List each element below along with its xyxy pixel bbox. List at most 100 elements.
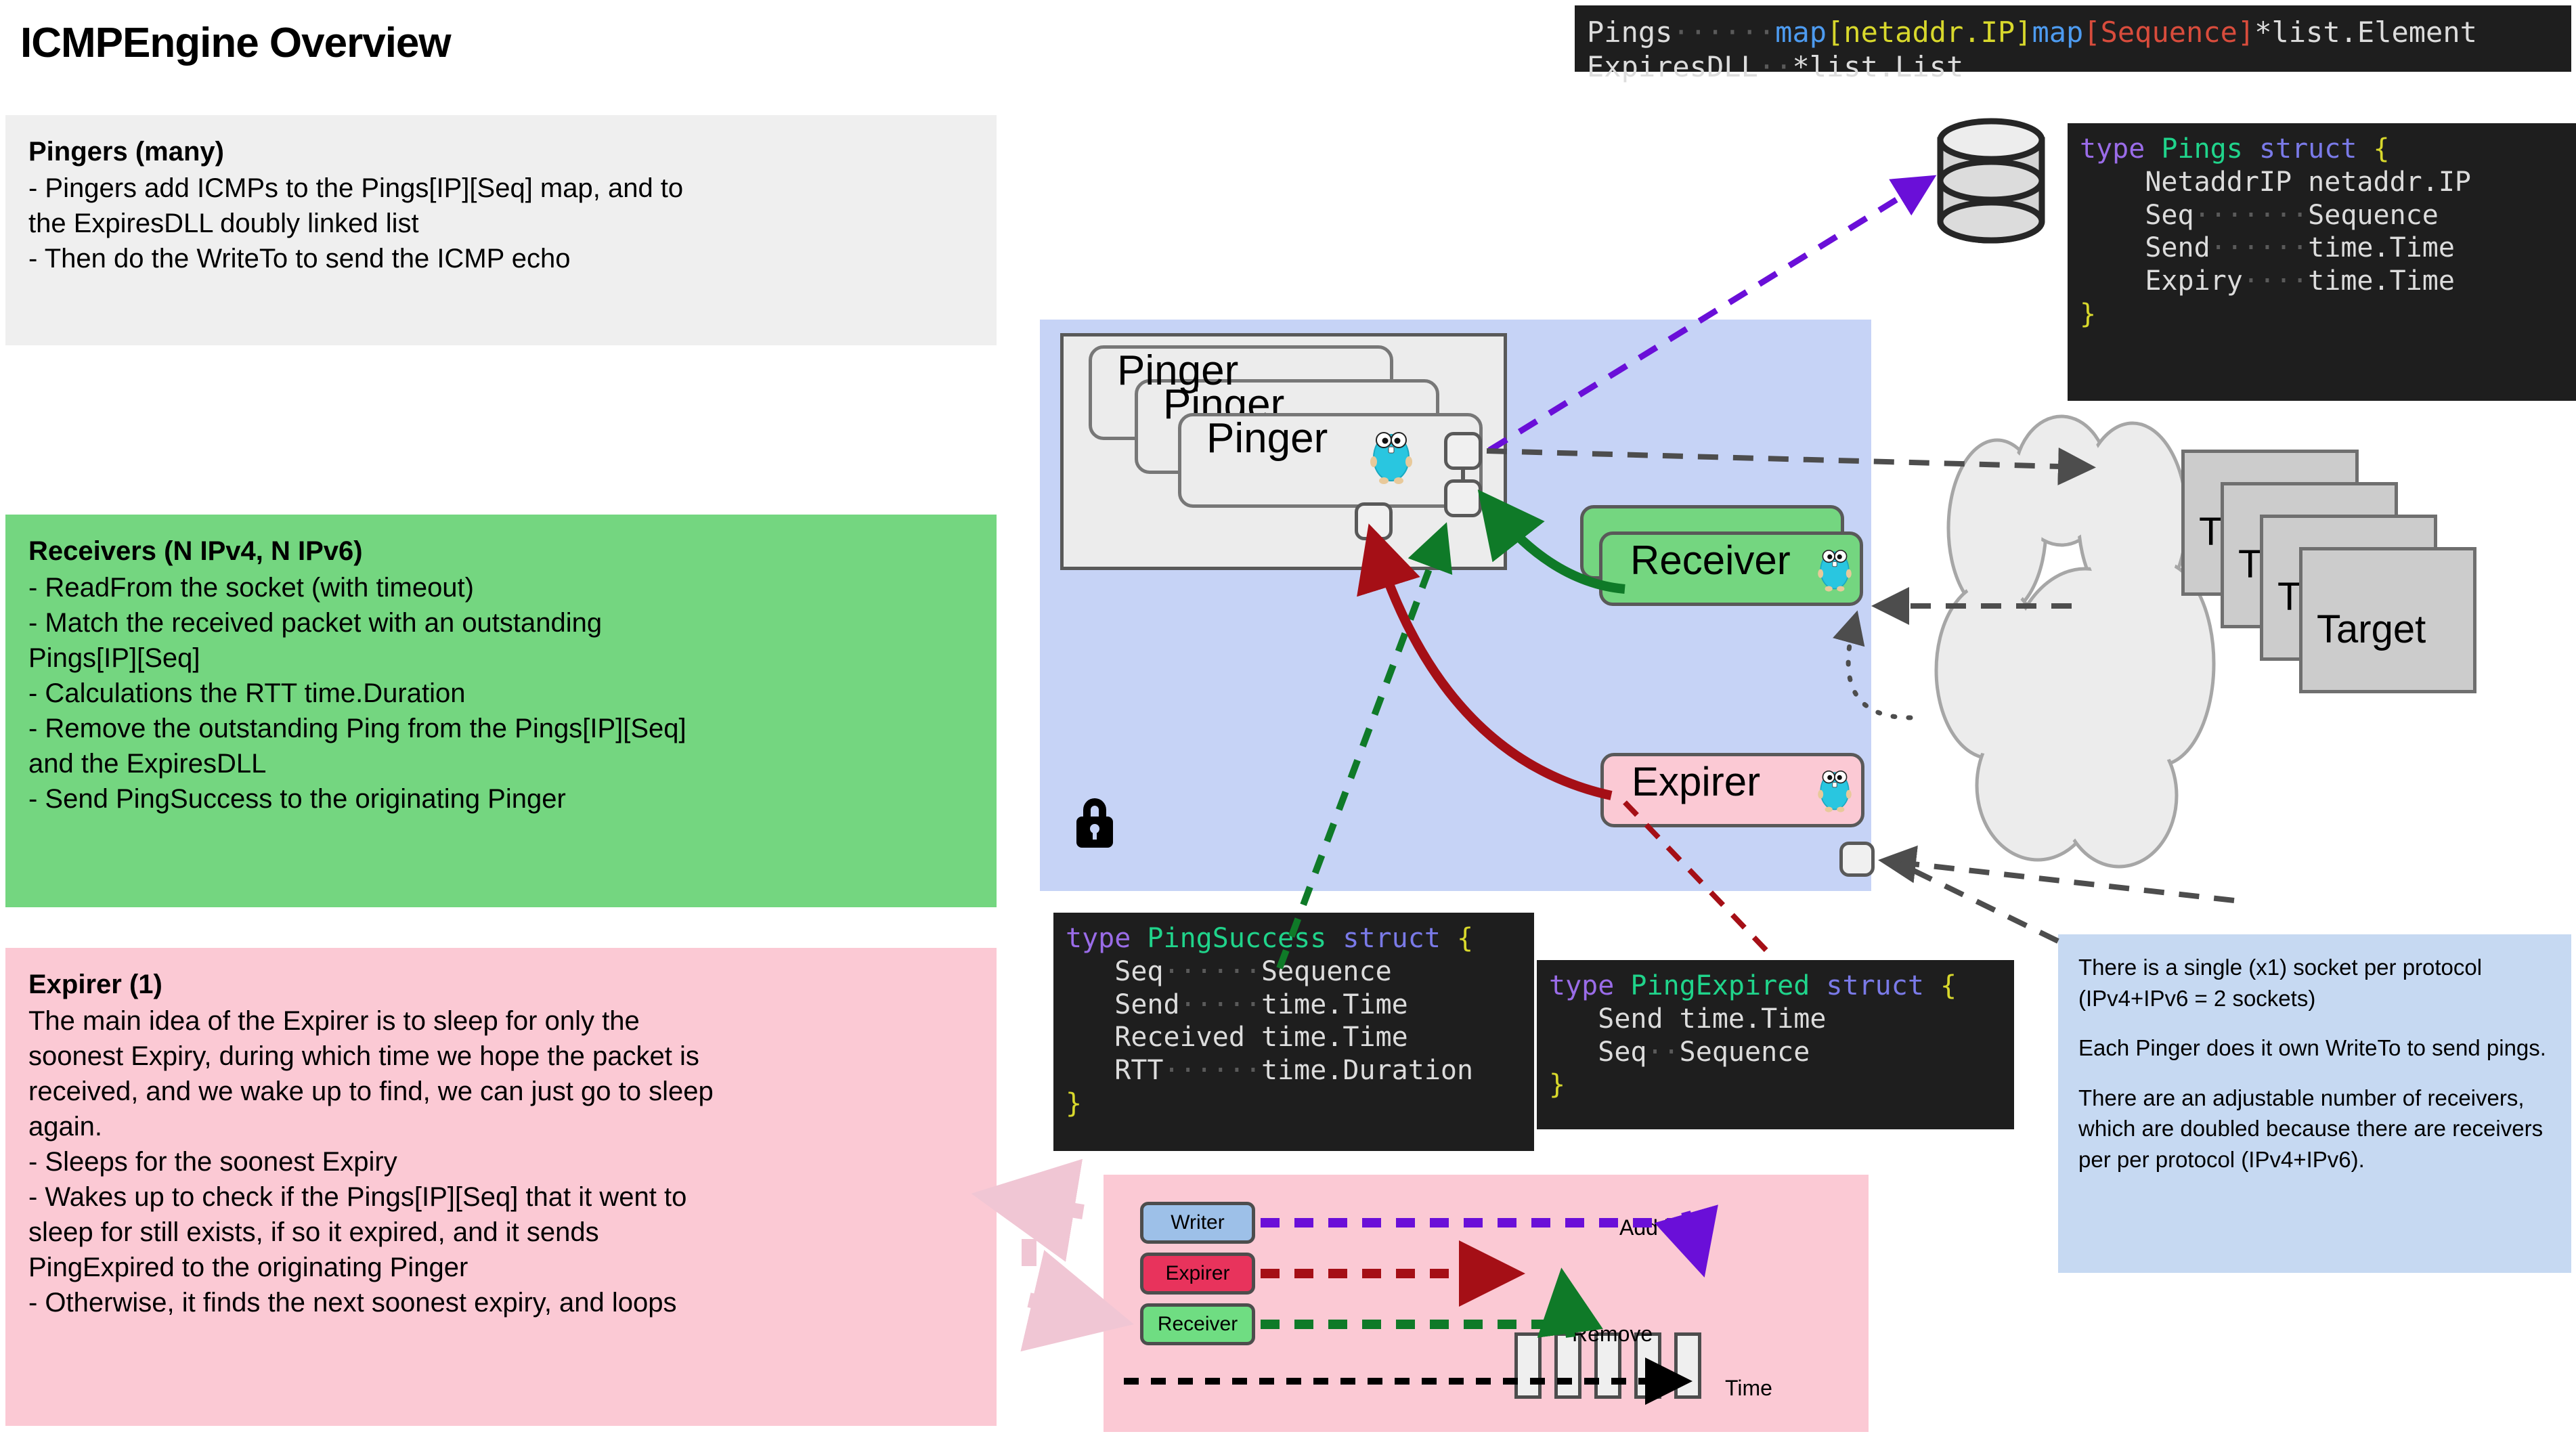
code-field-name: Seq bbox=[1598, 1036, 1647, 1068]
timeline-writer-box[interactable]: Writer bbox=[1140, 1202, 1255, 1244]
code-field-name: Seq bbox=[1114, 955, 1164, 987]
database-icon bbox=[1937, 118, 2045, 244]
code-field-name: Received bbox=[1114, 1022, 1245, 1053]
gopher-icon-pinger bbox=[1370, 432, 1412, 484]
code-field-type: time.Time bbox=[1261, 988, 1408, 1020]
code-close-brace: } bbox=[2080, 298, 2097, 330]
code-field-name: RTT bbox=[1114, 1055, 1164, 1087]
timeline-slot bbox=[1674, 1332, 1701, 1399]
panel-expirer-line-6: sleep for still exists, if so it expired… bbox=[28, 1217, 599, 1247]
timeline-expirer-box[interactable]: Expirer bbox=[1140, 1253, 1255, 1295]
note-paragraph-1: Each Pinger does it own WriteTo to send … bbox=[2078, 1035, 2546, 1061]
panel-expirer-line-0: The main idea of the Expirer is to sleep… bbox=[28, 1006, 640, 1036]
code-token: [Sequence] bbox=[2083, 16, 2255, 49]
code-struct-name: PingExpired bbox=[1630, 970, 1810, 1001]
code-gap bbox=[1245, 1022, 1261, 1053]
arrow-expirer-link-up bbox=[971, 1158, 1085, 1262]
socket-expirer-inbox[interactable] bbox=[1839, 842, 1875, 877]
code-field-type: netaddr.IP bbox=[2308, 166, 2471, 198]
panel-expirer: Expirer (1) The main idea of the Expirer… bbox=[5, 948, 997, 1426]
code-dots: ·· bbox=[1758, 50, 1793, 84]
code-pings-struct: type Pings struct { NetaddrIP netaddr.IP… bbox=[2068, 123, 2576, 401]
arrow-expirer-link-down bbox=[1020, 1250, 1134, 1352]
socket-ipv4[interactable] bbox=[1444, 432, 1482, 470]
panel-receivers-line-5: and the ExpiresDLL bbox=[28, 749, 267, 779]
panel-expirer-line-7: PingExpired to the originating Pinger bbox=[28, 1253, 468, 1282]
code-kw-type: type bbox=[1066, 923, 1131, 954]
code-close-brace: } bbox=[1549, 1069, 1566, 1101]
code-token: ExpiresDLL bbox=[1587, 50, 1758, 84]
panel-receivers-line-1: - Match the received packet with an outs… bbox=[28, 608, 603, 638]
code-kw-struct: struct bbox=[2258, 133, 2357, 165]
code-kw-type: type bbox=[1549, 970, 1615, 1001]
code-token: *list.Element bbox=[2254, 16, 2477, 49]
panel-expirer-line-8: - Otherwise, it finds the next soonest e… bbox=[28, 1288, 677, 1318]
code-close-brace: } bbox=[1066, 1087, 1083, 1119]
code-open-brace: { bbox=[2373, 133, 2390, 165]
code-field-type: Sequence bbox=[1261, 955, 1392, 987]
code-field-name: NetaddrIP bbox=[2145, 166, 2292, 198]
code-field-type: Sequence bbox=[2308, 199, 2439, 231]
panel-receivers-heading: Receivers (N IPv4, N IPv6) bbox=[28, 536, 363, 566]
code-field-type: time.Time bbox=[1679, 1003, 1827, 1035]
code-struct-name: Pings bbox=[2161, 133, 2243, 165]
pinger-label-3: Pinger bbox=[1206, 415, 1328, 462]
timeline-remove-label: Remove bbox=[1572, 1322, 1653, 1346]
code-field-type: time.Time bbox=[2308, 265, 2455, 297]
code-gap: ···· bbox=[2242, 265, 2309, 297]
code-token: map bbox=[1775, 16, 1827, 49]
code-gap bbox=[1663, 1003, 1680, 1035]
timeline-time-label: Time bbox=[1725, 1376, 1772, 1400]
panel-expirer-line-1: soonest Expiry, during which time we hop… bbox=[28, 1041, 699, 1071]
target-label-2: T bbox=[2238, 542, 2263, 586]
panel-receivers-line-3: - Calculations the RTT time.Duration bbox=[28, 678, 466, 708]
socket-explanation-note: There is a single (x1) socket per protoc… bbox=[2058, 934, 2571, 1273]
code-gap: ······ bbox=[2210, 232, 2309, 264]
panel-pingers-line-2: - Then do the WriteTo to send the ICMP e… bbox=[28, 244, 571, 274]
target-label-3: T bbox=[2277, 575, 2302, 619]
code-gap bbox=[2292, 167, 2308, 198]
code-field-type: Sequence bbox=[1679, 1036, 1810, 1068]
panel-expirer-line-2: received, and we wake up to find, we can… bbox=[28, 1077, 714, 1106]
panel-receivers-line-4: - Remove the outstanding Ping from the P… bbox=[28, 714, 686, 743]
panel-receivers: Receivers (N IPv4, N IPv6) - ReadFrom th… bbox=[5, 515, 997, 907]
panel-receivers-line-2: Pings[IP][Seq] bbox=[28, 643, 200, 673]
code-field-type: time.Duration bbox=[1261, 1055, 1474, 1087]
panel-receivers-line-0: - ReadFrom the socket (with timeout) bbox=[28, 573, 474, 603]
code-open-brace: { bbox=[1457, 923, 1474, 954]
code-dots: ······ bbox=[1672, 16, 1776, 49]
code-token: map bbox=[2032, 16, 2084, 49]
expirer-label: Expirer bbox=[1632, 759, 1761, 804]
code-pingexpired-struct: type PingExpired struct { Send time.Time… bbox=[1537, 960, 2014, 1129]
code-kw-struct: struct bbox=[1342, 923, 1441, 954]
timeline-receiver-box[interactable]: Receiver bbox=[1140, 1303, 1255, 1345]
code-kw-struct: struct bbox=[1826, 970, 1924, 1001]
code-field-type: time.Time bbox=[2308, 232, 2455, 264]
panel-pingers-heading: Pingers (many) bbox=[28, 137, 224, 167]
code-field-name: Send bbox=[1114, 988, 1180, 1020]
code-gap: ······· bbox=[2193, 199, 2309, 231]
code-kw-type: type bbox=[2080, 133, 2145, 165]
panel-receivers-line-6: - Send PingSuccess to the originating Pi… bbox=[28, 784, 566, 814]
panel-expirer-heading: Expirer (1) bbox=[28, 970, 162, 999]
panel-expirer-line-5: - Wakes up to check if the Pings[IP][Seq… bbox=[28, 1182, 687, 1212]
panel-expirer-line-3: again. bbox=[28, 1112, 102, 1142]
code-field-name: Send bbox=[1598, 1003, 1663, 1035]
socket-pinger-inbox[interactable] bbox=[1355, 502, 1393, 540]
code-field-name: Send bbox=[2145, 232, 2210, 264]
code-open-brace: { bbox=[1940, 970, 1957, 1001]
code-gap: ····· bbox=[1179, 988, 1261, 1020]
code-field-name: Seq bbox=[2145, 199, 2194, 231]
target-label-1: T bbox=[2199, 510, 2223, 554]
code-field-type: time.Time bbox=[1261, 1022, 1408, 1053]
panel-pingers-line-1: the ExpiresDLL doubly linked list bbox=[28, 209, 419, 238]
receiver-label: Receiver bbox=[1630, 538, 1791, 583]
gopher-icon-receiver bbox=[1818, 550, 1852, 592]
code-struct-name: PingSuccess bbox=[1147, 923, 1327, 954]
code-gap: ······ bbox=[1163, 955, 1262, 987]
code-token: *list.List bbox=[1792, 50, 1964, 84]
socket-ipv6[interactable] bbox=[1444, 479, 1482, 517]
target-label-4: Target bbox=[2317, 607, 2426, 651]
note-paragraph-2: There are an adjustable number of receiv… bbox=[2078, 1085, 2544, 1172]
panel-pingers-line-0: - Pingers add ICMPs to the Pings[IP][Seq… bbox=[28, 173, 684, 203]
